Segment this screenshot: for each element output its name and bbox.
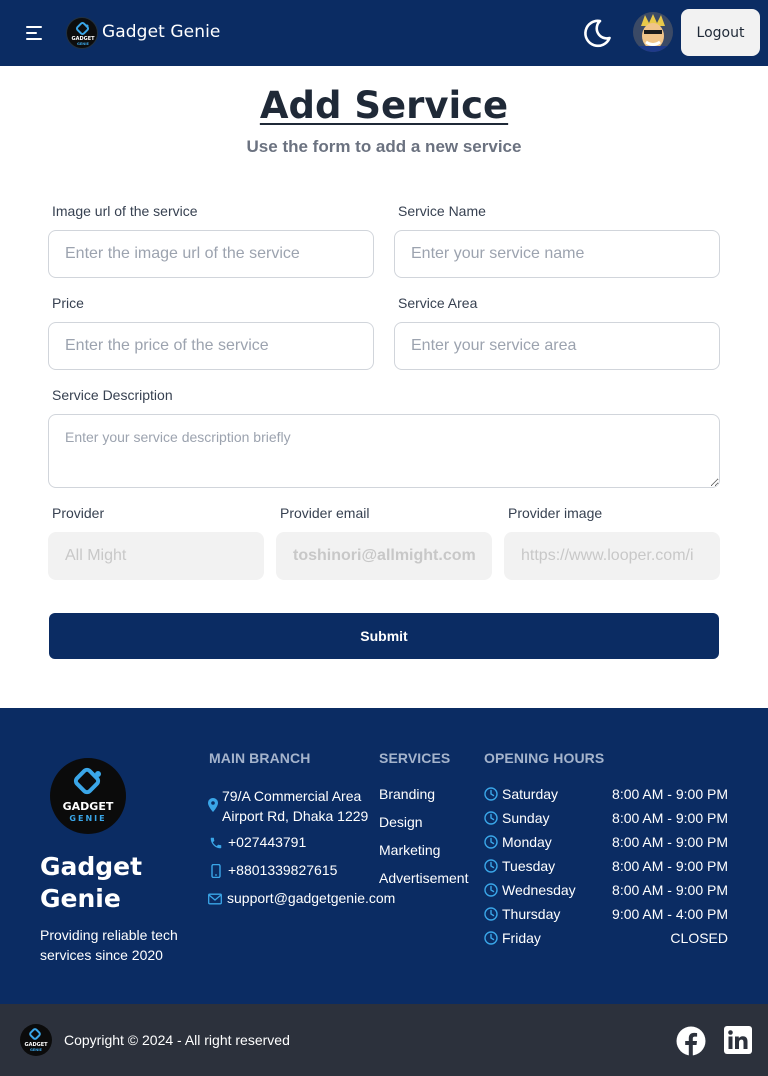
linkedin-icon[interactable] bbox=[724, 1026, 752, 1054]
clock-icon bbox=[484, 931, 498, 945]
hours-day: Monday bbox=[502, 834, 552, 850]
copyright-text: Copyright © 2024 - All right reserved bbox=[64, 1032, 290, 1048]
provider-email-label: Provider email bbox=[280, 505, 370, 521]
moon-icon[interactable] bbox=[580, 16, 614, 50]
hours-time: 8:00 AM - 9:00 PM bbox=[612, 858, 728, 874]
clock-icon bbox=[484, 883, 498, 897]
footer-brand-name: Gadget Genie bbox=[40, 851, 180, 915]
provider-email-input[interactable] bbox=[276, 532, 492, 580]
svg-text:GENIE: GENIE bbox=[69, 814, 106, 823]
submit-button[interactable]: Submit bbox=[49, 613, 719, 659]
clock-icon bbox=[484, 811, 498, 825]
provider-image-input[interactable] bbox=[504, 532, 720, 580]
hours-day: Tuesday bbox=[502, 858, 556, 874]
page-subtitle: Use the form to add a new service bbox=[246, 137, 522, 156]
brand-name[interactable]: Gadget Genie bbox=[102, 22, 221, 42]
price-label: Price bbox=[52, 295, 84, 311]
service-area-label: Service Area bbox=[398, 295, 478, 311]
service-name-label: Service Name bbox=[398, 203, 486, 219]
main-branch-title: MAIN BRANCH bbox=[209, 750, 311, 766]
navbar: GADGET GENIE Gadget Genie Logout bbox=[0, 0, 768, 66]
location-pin-icon bbox=[208, 798, 218, 812]
svg-text:GADGET: GADGET bbox=[63, 800, 114, 813]
hours-time: 8:00 AM - 9:00 PM bbox=[612, 786, 728, 802]
hours-day: Friday bbox=[502, 930, 541, 946]
address-line-1: 79/A Commercial Area bbox=[222, 788, 362, 804]
mobile-number: +8801339827615 bbox=[228, 862, 338, 878]
hours-row-wednesday: Wednesday 8:00 AM - 9:00 PM bbox=[484, 882, 728, 898]
clock-icon bbox=[484, 787, 498, 801]
hours-day: Sunday bbox=[502, 810, 550, 826]
mobile-row[interactable]: +8801339827615 bbox=[209, 862, 337, 878]
service-link-branding[interactable]: Branding bbox=[379, 786, 435, 802]
clock-icon bbox=[484, 907, 498, 921]
hours-row-tuesday: Tuesday 8:00 AM - 9:00 PM bbox=[484, 858, 728, 874]
facebook-icon[interactable] bbox=[676, 1026, 706, 1056]
footer-logo: GADGET GENIE bbox=[50, 758, 126, 834]
hours-row-sunday: Sunday 8:00 AM - 9:00 PM bbox=[484, 810, 728, 826]
hours-row-monday: Monday 8:00 AM - 9:00 PM bbox=[484, 834, 728, 850]
service-link-advertisement[interactable]: Advertisement bbox=[379, 870, 468, 886]
svg-text:GENIE: GENIE bbox=[77, 42, 89, 46]
hours-day: Wednesday bbox=[502, 882, 576, 898]
mobile-phone-icon bbox=[211, 864, 221, 878]
phone-row[interactable]: +027443791 bbox=[209, 834, 306, 850]
hours-row-thursday: Thursday 9:00 AM - 4:00 PM bbox=[484, 906, 728, 922]
image-url-input[interactable] bbox=[48, 230, 374, 278]
email-row[interactable]: support@gadgetgenie.com bbox=[208, 890, 395, 906]
footer: GADGET GENIE Gadget Genie Providing reli… bbox=[0, 708, 768, 1004]
brand-logo[interactable]: GADGET GENIE bbox=[66, 17, 98, 49]
footer-brand-line2: Genie bbox=[40, 884, 121, 913]
provider-image-label: Provider image bbox=[508, 505, 603, 521]
email-address: support@gadgetgenie.com bbox=[227, 890, 396, 906]
hours-day: Saturday bbox=[502, 786, 559, 802]
logout-button[interactable]: Logout bbox=[681, 9, 760, 56]
services-title: SERVICES bbox=[379, 750, 451, 766]
service-description-label: Service Description bbox=[52, 387, 173, 403]
service-description-textarea[interactable] bbox=[48, 414, 720, 488]
phone-icon bbox=[210, 837, 222, 849]
hours-day: Thursday bbox=[502, 906, 561, 922]
svg-text:GENIE: GENIE bbox=[30, 1048, 42, 1052]
hours-time: 8:00 AM - 9:00 PM bbox=[612, 834, 728, 850]
hours-time: 8:00 AM - 9:00 PM bbox=[612, 810, 728, 826]
service-link-design[interactable]: Design bbox=[379, 814, 423, 830]
service-area-input[interactable] bbox=[394, 322, 720, 370]
service-name-input[interactable] bbox=[394, 230, 720, 278]
service-link-marketing[interactable]: Marketing bbox=[379, 842, 440, 858]
price-input[interactable] bbox=[48, 322, 374, 370]
image-url-label: Image url of the service bbox=[52, 203, 198, 219]
clock-icon bbox=[484, 859, 498, 873]
hours-row-friday: Friday CLOSED bbox=[484, 930, 728, 946]
hours-time: 8:00 AM - 9:00 PM bbox=[612, 882, 728, 898]
page-title-text: Add Service bbox=[259, 84, 509, 127]
bottom-logo: GADGET GENIE bbox=[20, 1024, 52, 1056]
clock-icon bbox=[484, 835, 498, 849]
hours-row-saturday: Saturday 8:00 AM - 9:00 PM bbox=[484, 786, 728, 802]
address: 79/A Commercial Area Airport Rd, Dhaka 1… bbox=[208, 786, 368, 826]
bottom-bar: GADGET GENIE Copyright © 2024 - All righ… bbox=[0, 1004, 768, 1076]
user-avatar[interactable] bbox=[633, 12, 673, 52]
footer-tagline: Providing reliable tech services since 2… bbox=[40, 927, 178, 963]
address-line-2: Airport Rd, Dhaka 1229 bbox=[222, 808, 369, 824]
provider-input[interactable] bbox=[48, 532, 264, 580]
phone-number: +027443791 bbox=[228, 834, 307, 850]
footer-brand-line1: Gadget bbox=[40, 852, 143, 881]
menu-icon[interactable] bbox=[26, 26, 42, 40]
hours-time: CLOSED bbox=[670, 930, 728, 946]
opening-hours-title: OPENING HOURS bbox=[484, 750, 605, 766]
provider-label: Provider bbox=[52, 505, 105, 521]
hours-time: 9:00 AM - 4:00 PM bbox=[612, 906, 728, 922]
mail-icon bbox=[208, 893, 222, 905]
page-title: Add Service bbox=[0, 84, 768, 127]
